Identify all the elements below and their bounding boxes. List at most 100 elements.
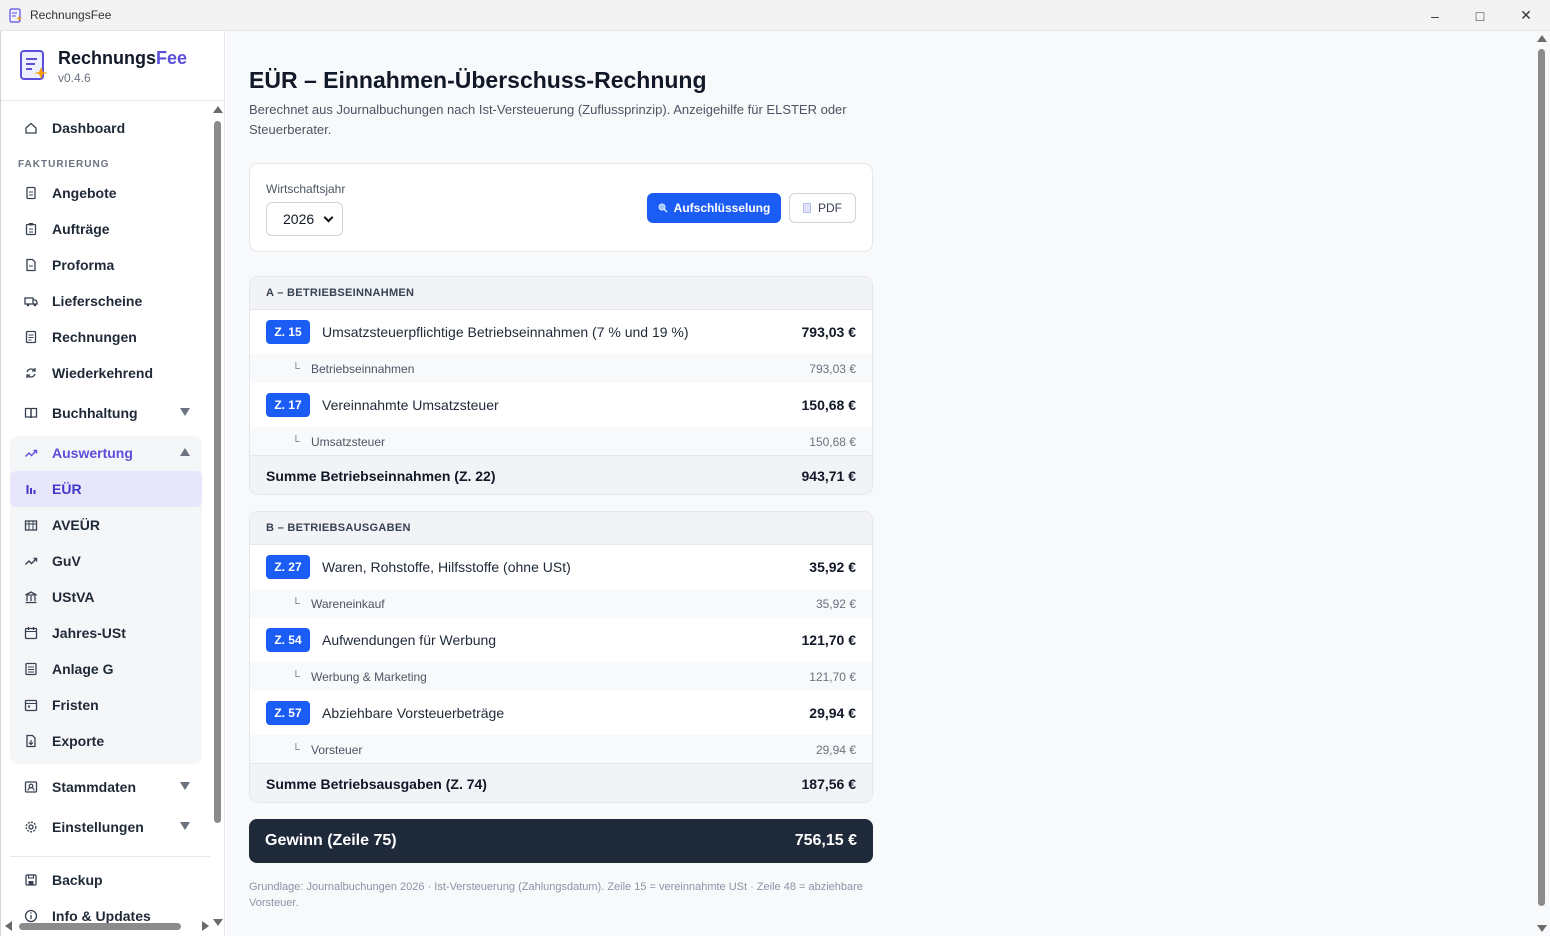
account-label: Betriebseinnahmen <box>311 361 415 376</box>
filter-card: Wirtschaftsjahr 2026 Aufschlüsselung PDF <box>249 163 873 252</box>
sidebar-item-angebote[interactable]: Angebote <box>10 175 202 211</box>
expenses-sum-label: Summe Betriebsausgaben (Z. 74) <box>266 775 487 792</box>
main-content: EÜR – Einnahmen-Überschuss-Rechnung Bere… <box>226 31 1534 936</box>
trending-up-icon <box>24 554 38 568</box>
line-badge: Z. 17 <box>266 393 310 417</box>
sidebar-item-exporte[interactable]: Exporte <box>10 723 202 759</box>
sidebar-item-label: Exporte <box>52 733 105 749</box>
breakdown-button-label: Aufschlüsselung <box>673 201 771 215</box>
expenses-section-header: B – BETRIEBSAUSGABEN <box>250 512 872 545</box>
line-amount: 29,94 € <box>809 705 856 721</box>
sidebar-vertical-scrollbar[interactable] <box>211 103 224 926</box>
scroll-up-arrow-icon[interactable] <box>1537 35 1547 42</box>
sidebar-item-label: Lieferscheine <box>52 293 143 309</box>
scrollbar-thumb[interactable] <box>214 121 221 823</box>
book-icon <box>24 406 38 420</box>
scroll-up-arrow-icon[interactable] <box>213 106 223 113</box>
chevron-down-icon <box>180 782 190 790</box>
minimize-button[interactable]: – <box>1412 0 1458 31</box>
sidebar-item-label: Rechnungen <box>52 329 137 345</box>
sidebar-horizontal-scrollbar[interactable] <box>1 919 211 933</box>
sidebar-item-einstellungen[interactable]: Einstellungen <box>10 809 202 845</box>
brand-name-part1: Rechnungs <box>58 48 157 68</box>
sidebar-item-rechnungen[interactable]: Rechnungen <box>10 319 202 355</box>
line-item-row: Z. 57 Abziehbare Vorsteuerbeträge 29,94 … <box>250 691 872 735</box>
sidebar-item-label: Jahres-USt <box>52 625 126 641</box>
pdf-button-label: PDF <box>818 201 842 215</box>
tree-corner-icon: └ <box>292 670 300 683</box>
line-amount: 121,70 € <box>801 632 857 648</box>
sidebar-item-label: Dashboard <box>52 120 126 136</box>
brand: RechnungsFee v0.4.6 <box>1 31 224 101</box>
pdf-button[interactable]: PDF <box>789 193 856 223</box>
sidebar-item-guv[interactable]: GuV <box>10 543 202 579</box>
sidebar-item-label: Backup <box>52 872 103 888</box>
fiscal-year-value: 2026 <box>283 211 315 227</box>
magnifier-icon <box>658 203 668 213</box>
sidebar-item-auswertung[interactable]: Auswertung <box>10 435 202 471</box>
brand-name: RechnungsFee <box>58 48 187 69</box>
sidebar-item-label: Angebote <box>52 185 117 201</box>
scrollbar-thumb[interactable] <box>1538 49 1545 906</box>
sidebar-item-proforma[interactable]: Proforma <box>10 247 202 283</box>
account-subrow: └ Betriebseinnahmen 793,03 € <box>250 354 872 383</box>
scroll-down-arrow-icon[interactable] <box>213 919 223 926</box>
bank-icon <box>24 590 38 604</box>
line-item-row: Z. 54 Aufwendungen für Werbung 121,70 € <box>250 618 872 662</box>
sidebar-item-label: Stammdaten <box>52 779 137 795</box>
profit-label: Gewinn (Zeile 75) <box>265 832 397 849</box>
sidebar-item-wiederkehrend[interactable]: Wiederkehrend <box>10 355 202 391</box>
income-section-header: A – BETRIEBSEINNAHMEN <box>250 277 872 310</box>
sidebar-item-buchhaltung[interactable]: Buchhaltung <box>10 395 202 431</box>
sidebar-item-label: Auswertung <box>52 445 133 461</box>
clipboard-icon <box>24 222 38 236</box>
sidebar-item-fristen[interactable]: Fristen <box>10 687 202 723</box>
fiscal-year-label: Wirtschaftsjahr <box>266 182 346 196</box>
line-badge: Z. 54 <box>266 628 310 652</box>
sidebar-item-auftraege[interactable]: Aufträge <box>10 211 202 247</box>
sidebar-item-lieferscheine[interactable]: Lieferscheine <box>10 283 202 319</box>
file-export-icon <box>24 734 38 748</box>
sidebar-item-ustva[interactable]: UStVA <box>10 579 202 615</box>
brand-logo-icon <box>20 50 48 80</box>
main-vertical-scrollbar[interactable] <box>1534 31 1550 936</box>
building-icon <box>24 518 38 532</box>
sidebar-divider <box>10 856 210 857</box>
scroll-right-arrow-icon[interactable] <box>202 921 209 931</box>
line-label: Umsatzsteuerpflichtige Betriebseinnahmen… <box>322 324 689 340</box>
scroll-left-arrow-icon[interactable] <box>5 921 12 931</box>
account-label: Werbung & Marketing <box>311 669 427 684</box>
chevron-up-icon <box>180 448 190 456</box>
page-title: EÜR – Einnahmen-Überschuss-Rechnung <box>249 67 707 93</box>
fiscal-year-select[interactable]: 2026 <box>266 202 343 236</box>
line-amount: 793,03 € <box>801 324 857 340</box>
scroll-down-arrow-icon[interactable] <box>1537 925 1547 932</box>
sidebar-item-backup[interactable]: Backup <box>10 862 202 898</box>
sidebar-item-anlage-g[interactable]: Anlage G <box>10 651 202 687</box>
document-icon <box>803 203 811 213</box>
form-icon <box>24 662 38 676</box>
line-label: Vereinnahmte Umsatzsteuer <box>322 397 499 413</box>
sidebar-item-label: Buchhaltung <box>52 405 138 421</box>
section-label-fakturierung: FAKTURIERUNG <box>18 159 110 170</box>
gear-icon <box>24 820 38 834</box>
bar-chart-icon <box>24 482 38 496</box>
save-icon <box>24 873 38 887</box>
sidebar-item-jahres-ust[interactable]: Jahres-USt <box>10 615 202 651</box>
sidebar-item-aveuer[interactable]: AVEÜR <box>10 507 202 543</box>
home-icon <box>24 121 38 135</box>
minimize-icon: – <box>1431 7 1439 24</box>
breakdown-button[interactable]: Aufschlüsselung <box>647 193 781 223</box>
sidebar-item-dashboard[interactable]: Dashboard <box>10 110 202 146</box>
maximize-button[interactable]: □ <box>1457 0 1503 31</box>
calendar-icon <box>24 698 38 712</box>
sidebar-item-euer[interactable]: EÜR <box>10 471 202 507</box>
line-amount: 35,92 € <box>809 559 856 575</box>
refresh-icon <box>24 366 38 380</box>
expenses-sum-row: Summe Betriebsausgaben (Z. 74) 187,56 € <box>250 763 872 802</box>
scrollbar-thumb[interactable] <box>19 923 181 930</box>
sidebar-item-label: Proforma <box>52 257 115 273</box>
close-button[interactable]: ✕ <box>1503 0 1549 31</box>
sidebar-item-stammdaten[interactable]: Stammdaten <box>10 769 202 805</box>
account-amount: 35,92 € <box>815 596 856 611</box>
